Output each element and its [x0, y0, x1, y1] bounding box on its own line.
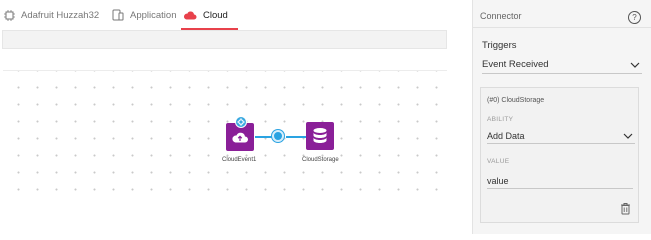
chevron-down-icon [623, 133, 633, 139]
connector-card: (#0) CloudStorage ABILITY Add Data VALUE… [480, 87, 639, 223]
tab-application[interactable]: Application [112, 0, 176, 30]
node-label: CloudEvent1 [222, 157, 257, 163]
tab-cloud[interactable]: Cloud [181, 0, 238, 30]
card-title: (#0) CloudStorage [487, 97, 545, 104]
database-icon [313, 128, 327, 143]
triggers-label: Triggers [482, 40, 517, 51]
connector-node[interactable] [272, 130, 284, 142]
value-input-text: value [487, 176, 509, 186]
tab-adafruit-huzzah32[interactable]: Adafruit Huzzah32 [4, 0, 99, 30]
node-settings-badge[interactable] [235, 116, 247, 128]
trigger-select[interactable]: Event Received [482, 56, 642, 74]
chevron-down-icon [630, 62, 640, 68]
node-label: CloudStorage [302, 157, 339, 163]
gear-icon [237, 118, 245, 126]
question-circle-icon[interactable]: ? [628, 11, 641, 24]
cloud-storage-node[interactable] [306, 122, 334, 150]
value-label: VALUE [487, 158, 510, 165]
ability-label: ABILITY [487, 116, 514, 123]
panel-header: Connector ? [473, 0, 651, 28]
panel-title: Connector [480, 11, 522, 21]
tab-label: Cloud [203, 9, 228, 21]
canvas-toolbar [2, 30, 447, 49]
ability-select[interactable]: Add Data [487, 128, 635, 144]
tab-label: Application [130, 9, 177, 21]
devices-icon [112, 9, 124, 21]
cloud-upload-icon [232, 132, 248, 143]
flow-canvas[interactable]: CloudEvent1 CloudStorage [3, 70, 447, 202]
cloud-icon [183, 11, 197, 20]
trigger-select-value: Event Received [482, 59, 549, 70]
value-input[interactable]: value [487, 174, 633, 189]
tab-label: Adafruit Huzzah32 [21, 9, 100, 21]
ability-select-value: Add Data [487, 130, 525, 141]
connector-wire [286, 136, 306, 138]
tab-bar: Adafruit Huzzah32 Application Cloud [0, 0, 447, 30]
trash-icon[interactable] [620, 202, 631, 215]
chip-icon [4, 9, 15, 21]
